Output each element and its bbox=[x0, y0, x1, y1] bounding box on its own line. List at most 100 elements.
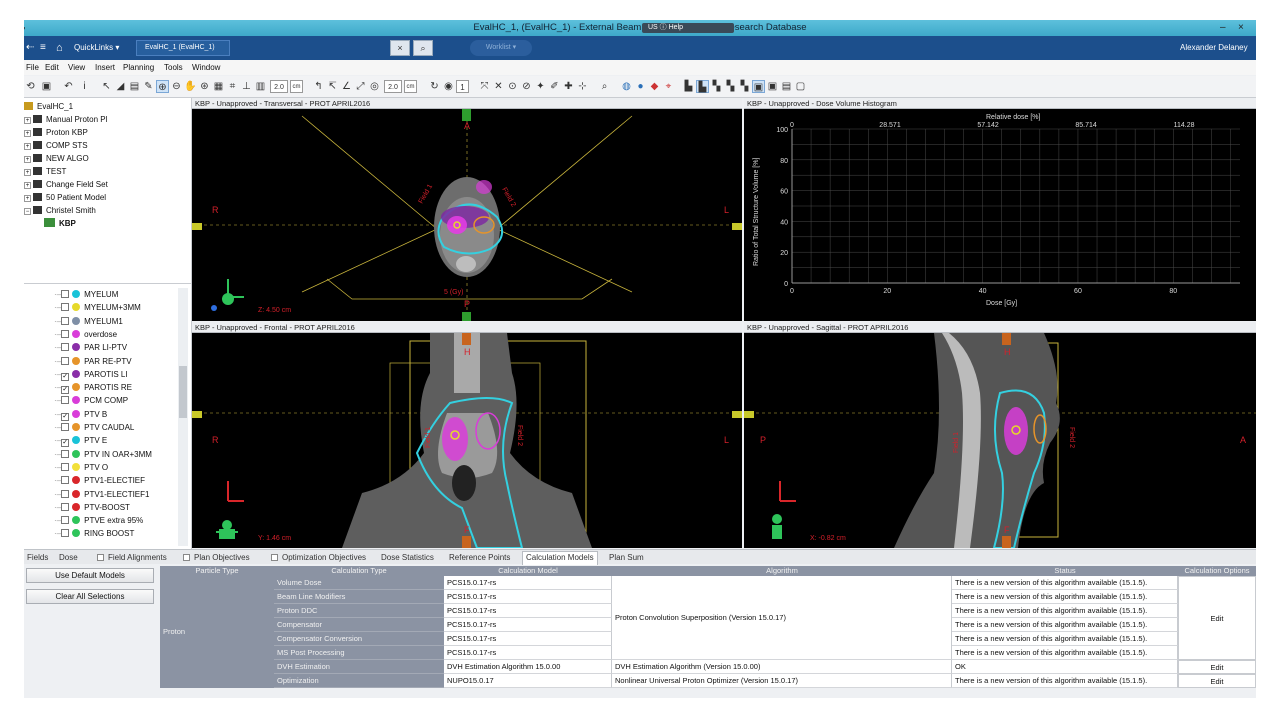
close-tab-button[interactable]: × bbox=[390, 40, 410, 56]
calculation-model-dropdown[interactable]: NUPO15.0.17 bbox=[444, 674, 612, 688]
structure-visibility-checkbox[interactable]: ✓ bbox=[61, 372, 70, 381]
circle-tool-icon[interactable]: ◎ bbox=[368, 80, 381, 93]
undo-icon[interactable]: ↶ bbox=[62, 80, 75, 93]
slice-thickness-field-2[interactable]: 2.0 bbox=[384, 80, 402, 93]
menu-view[interactable]: View bbox=[68, 60, 85, 75]
pen-icon[interactable]: ✐ bbox=[548, 80, 561, 93]
magnify-icon[interactable]: ⌕ bbox=[598, 80, 611, 93]
layout-icon[interactable]: ▤ bbox=[128, 80, 141, 93]
tab-plan-sum[interactable]: Plan Sum bbox=[606, 552, 647, 565]
tab-checkbox[interactable] bbox=[97, 554, 104, 561]
structure-row[interactable]: ·– MYELUM+3MM bbox=[54, 301, 141, 314]
clear-all-selections-button[interactable]: Clear All Selections bbox=[26, 589, 154, 604]
menu-edit[interactable]: Edit bbox=[45, 60, 59, 75]
expand-icon[interactable]: + bbox=[24, 130, 31, 137]
view-9-icon[interactable]: ▢ bbox=[794, 80, 807, 93]
tab-checkbox[interactable] bbox=[271, 554, 278, 561]
column-header[interactable]: Algorithm bbox=[612, 566, 952, 576]
structure-row[interactable]: ·– MYELUM bbox=[54, 288, 118, 301]
marker-icon[interactable]: ✚ bbox=[562, 80, 575, 93]
structure-row[interactable]: ·–✓ PAROTIS LI bbox=[54, 368, 128, 381]
structure-row[interactable]: ·– PAR LI-PTV bbox=[54, 341, 127, 354]
home-icon[interactable]: ⌂ bbox=[56, 36, 63, 60]
tree-node[interactable]: + Change Field Set bbox=[24, 178, 108, 191]
calculation-model-dropdown[interactable]: PCS15.0.17-rs bbox=[444, 632, 612, 646]
measure-angle-icon[interactable]: ∠ bbox=[340, 80, 353, 93]
camera-icon[interactable]: ◉ bbox=[442, 80, 455, 93]
beam-icon[interactable]: ✦ bbox=[534, 80, 547, 93]
column-header[interactable]: Calculation Model bbox=[444, 566, 612, 576]
calculation-model-dropdown[interactable]: PCS15.0.17-rs bbox=[444, 646, 612, 660]
structure-visibility-checkbox[interactable] bbox=[61, 516, 70, 525]
search-icon[interactable]: ⌕ bbox=[413, 40, 433, 56]
back-arrow-icon[interactable]: ⇠ bbox=[26, 36, 34, 60]
expand-icon[interactable]: + bbox=[24, 143, 31, 150]
tab-dose-statistics[interactable]: Dose Statistics bbox=[378, 552, 437, 565]
help-label[interactable]: Help bbox=[669, 24, 683, 31]
structure-row[interactable]: ·–✓ PAROTIS RE bbox=[54, 381, 132, 395]
sphere-icon[interactable]: ● bbox=[634, 80, 647, 93]
structure-visibility-checkbox[interactable] bbox=[61, 316, 70, 325]
counter-field[interactable]: 1 bbox=[456, 80, 469, 93]
field-add-icon[interactable]: ⤧ bbox=[478, 80, 491, 93]
tree-node-patient[interactable]: EvalHC_1 bbox=[24, 100, 73, 113]
menu-planning[interactable]: Planning bbox=[123, 60, 154, 75]
tree-node[interactable]: + COMP STS bbox=[24, 139, 88, 152]
dvh-viewport[interactable]: KBP - Unapproved - Dose Volume Histogram… bbox=[744, 98, 1256, 321]
view-3-icon[interactable]: ▚ bbox=[710, 80, 723, 93]
quicklinks-menu[interactable]: QuickLinks ▾ bbox=[74, 36, 119, 60]
structure-visibility-checkbox[interactable] bbox=[61, 356, 70, 365]
tree-node-plan[interactable]: KBP bbox=[44, 217, 76, 230]
tree-node[interactable]: + Proton KBP bbox=[24, 126, 88, 139]
frontal-viewport[interactable]: KBP - Unapproved - Frontal - PROT APRIL2… bbox=[192, 322, 742, 548]
calculation-model-dropdown[interactable]: DVH Estimation Algorithm 15.0.00 bbox=[444, 660, 612, 674]
line-icon[interactable]: ↰ bbox=[312, 80, 325, 93]
brush-icon[interactable]: ✎ bbox=[142, 80, 155, 93]
menu-icon[interactable]: ≡ bbox=[40, 36, 46, 60]
structure-visibility-checkbox[interactable] bbox=[61, 529, 70, 538]
crosshair-icon[interactable]: ⌗ bbox=[226, 80, 239, 93]
slice-thickness-field-1[interactable]: 2.0 bbox=[270, 80, 288, 93]
diagonal-icon[interactable]: ⤢ bbox=[354, 80, 367, 93]
structure-visibility-checkbox[interactable] bbox=[61, 462, 70, 471]
expand-icon[interactable]: + bbox=[24, 195, 31, 202]
calculation-model-dropdown[interactable]: PCS15.0.17-rs bbox=[444, 576, 612, 590]
edit-button[interactable]: Edit bbox=[1178, 660, 1256, 674]
tab-optimization-objectives[interactable]: Optimization Objectives bbox=[268, 552, 369, 565]
structure-row[interactable]: ·–✓ PTV B bbox=[54, 408, 107, 421]
use-default-models-button[interactable]: Use Default Models bbox=[26, 568, 154, 583]
view-1-icon[interactable]: ▙ bbox=[682, 80, 695, 93]
structure-visibility-checkbox[interactable] bbox=[61, 303, 70, 312]
worklist-button[interactable]: Worklist ▾ bbox=[470, 40, 532, 56]
structure-row[interactable]: ·– PTV1-ELECTIEF1 bbox=[54, 488, 149, 501]
view-4-icon[interactable]: ▚ bbox=[724, 80, 737, 93]
structure-visibility-checkbox[interactable] bbox=[61, 329, 70, 338]
save-icon[interactable]: ▣ bbox=[40, 80, 53, 93]
structure-visibility-checkbox[interactable] bbox=[61, 423, 70, 431]
globe-icon[interactable]: ◍ bbox=[620, 80, 633, 93]
field-cross-icon[interactable]: ✕ bbox=[492, 80, 505, 93]
tree-node[interactable]: +50 Patient Model bbox=[24, 191, 106, 204]
view-5-icon[interactable]: ▚ bbox=[738, 80, 751, 93]
structure-row[interactable]: ·– PTV CAUDAL bbox=[54, 421, 134, 434]
calculation-model-dropdown[interactable]: PCS15.0.17-rs bbox=[444, 590, 612, 604]
floating-mini-toolbar[interactable]: US ⓘ Help bbox=[642, 23, 734, 33]
structure-visibility-checkbox[interactable]: ✓ bbox=[61, 412, 70, 421]
structure-row[interactable]: ·–✓ PTV E bbox=[54, 434, 107, 448]
cube-icon[interactable]: ◆ bbox=[648, 80, 661, 93]
language-label[interactable]: US bbox=[648, 24, 658, 31]
structure-scrollbar[interactable] bbox=[178, 288, 188, 546]
window-level-icon[interactable]: ◢ bbox=[114, 80, 127, 93]
structure-visibility-checkbox[interactable]: ✓ bbox=[61, 386, 70, 395]
view-2-icon[interactable]: ▙ bbox=[696, 80, 709, 93]
column-header[interactable]: Particle Type bbox=[160, 566, 274, 576]
minimize-button[interactable]: – bbox=[1220, 20, 1226, 36]
structure-row[interactable]: ·– PCM COMP bbox=[54, 394, 128, 407]
structure-row[interactable]: ·– PTV1-ELECTIEF bbox=[54, 474, 145, 487]
close-button[interactable]: × bbox=[1238, 20, 1244, 36]
structure-visibility-checkbox[interactable] bbox=[61, 489, 70, 498]
tree-node[interactable]: − Christel Smith bbox=[24, 204, 96, 217]
tree-node[interactable]: + TEST bbox=[24, 165, 66, 178]
edit-button[interactable]: Edit bbox=[1178, 576, 1256, 660]
expand-icon[interactable]: + bbox=[24, 182, 31, 189]
